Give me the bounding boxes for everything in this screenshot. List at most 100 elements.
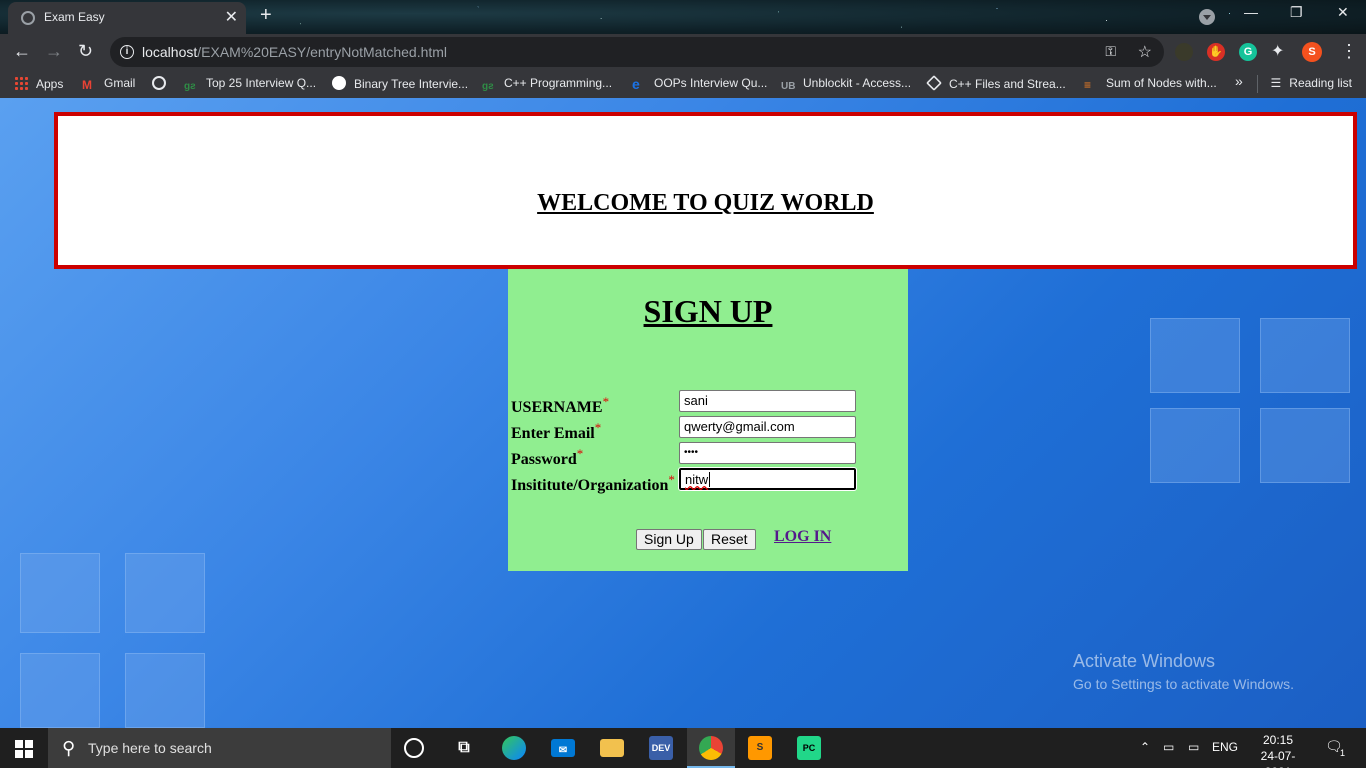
- sublime-icon[interactable]: S: [748, 736, 772, 760]
- tab-search-icon[interactable]: [1199, 9, 1215, 25]
- cortana-icon[interactable]: [404, 738, 424, 758]
- reading-list-button[interactable]: ☰ Reading list: [1271, 76, 1352, 90]
- globe-icon: [21, 11, 35, 25]
- windows-taskbar: ⚲ Type here to search ⧉ ✉ DEV S PC ⌃ ▭ ▭…: [0, 728, 1366, 768]
- browser-toolbar: ← → ↻ i localhost/EXAM%20EASY/entryNotMa…: [0, 34, 1366, 70]
- email-input[interactable]: qwerty@gmail.com: [679, 416, 856, 438]
- wallpaper-pane: [1150, 318, 1240, 393]
- bookmarks-overflow-button[interactable]: »: [1235, 73, 1243, 89]
- bookmark-gmail[interactable]: M Gmail: [82, 76, 135, 92]
- bookmark-top25[interactable]: gƨ Top 25 Interview Q...: [184, 76, 316, 95]
- pycharm-icon[interactable]: PC: [797, 736, 821, 760]
- required-mark: *: [668, 472, 675, 487]
- bookmark-apps[interactable]: Apps: [14, 76, 63, 91]
- language-indicator[interactable]: ENG: [1212, 740, 1238, 754]
- close-tab-icon[interactable]: ✕: [225, 7, 238, 27]
- e-icon: e: [632, 76, 640, 92]
- notification-count: 1: [1340, 748, 1346, 758]
- bookmark-unblockit[interactable]: UB Unblockit - Access...: [781, 76, 911, 95]
- activate-windows-watermark: Activate Windows Go to Settings to activ…: [1073, 651, 1294, 692]
- search-placeholder: Type here to search: [88, 740, 212, 756]
- adblock-extension-icon[interactable]: ✋: [1207, 43, 1225, 61]
- login-link[interactable]: LOG IN: [774, 528, 831, 546]
- page-title: WELCOME TO QUIZ WORLD: [537, 190, 874, 216]
- devcpp-icon[interactable]: DEV: [649, 736, 673, 760]
- key-icon[interactable]: ⚿: [1105, 43, 1116, 60]
- bookmark-oops[interactable]: e OOPs Interview Qu...: [632, 76, 767, 92]
- reading-list-icon: ☰: [1270, 76, 1282, 90]
- bookmark-globe[interactable]: [152, 76, 174, 91]
- forward-icon[interactable]: →: [45, 41, 63, 62]
- wallpaper-pane: [125, 553, 205, 633]
- globe-icon: [152, 76, 166, 90]
- ub-icon: UB: [781, 81, 796, 92]
- bookmarks-divider: [1257, 75, 1258, 93]
- username-label: USERNAME*: [511, 394, 610, 416]
- password-row: Password* ••••: [511, 442, 906, 468]
- wallpaper-pane: [1150, 408, 1240, 483]
- wallpaper-pane: [1260, 408, 1350, 483]
- new-tab-button[interactable]: +: [260, 4, 272, 27]
- email-label: Enter Email*: [511, 420, 602, 442]
- file-explorer-icon[interactable]: [600, 739, 624, 757]
- clock-date: 24-07-2021: [1260, 749, 1296, 768]
- back-icon[interactable]: ←: [13, 41, 31, 62]
- watermark-subtitle: Go to Settings to activate Windows.: [1073, 676, 1294, 692]
- minimize-button[interactable]: —: [1244, 4, 1258, 20]
- bookmark-sum-of-nodes[interactable]: ≡ Sum of Nodes with...: [1084, 76, 1217, 92]
- reload-icon[interactable]: ↻: [78, 41, 93, 62]
- signup-form: SIGN UP USERNAME* sani Enter Email* qwer…: [508, 269, 908, 571]
- browser-titlebar: Exam Easy ✕ + — ❐ ✕: [0, 0, 1366, 34]
- tab-title: Exam Easy: [44, 10, 105, 24]
- gmail-icon: M: [82, 78, 92, 92]
- network-icon[interactable]: ▭: [1163, 740, 1174, 754]
- page-viewport: WELCOME TO QUIZ WORLD SIGN UP USERNAME* …: [0, 98, 1366, 728]
- bookmark-binary-tree[interactable]: Binary Tree Intervie...: [332, 76, 468, 91]
- lightbulb-extension-icon[interactable]: [1175, 43, 1193, 61]
- url-text[interactable]: localhost/EXAM%20EASY/entryNotMatched.ht…: [142, 44, 447, 60]
- wallpaper-pane: [20, 653, 100, 728]
- gfg-icon: gƨ: [184, 81, 196, 92]
- close-window-button[interactable]: ✕: [1337, 4, 1349, 21]
- bookmark-cpp-programming[interactable]: gƨ C++ Programming...: [482, 76, 612, 95]
- signup-button[interactable]: Sign Up: [636, 529, 702, 550]
- battery-icon[interactable]: ▭: [1188, 740, 1199, 754]
- menu-kebab-icon[interactable]: ⋮: [1340, 41, 1358, 62]
- password-input[interactable]: ••••: [679, 442, 856, 464]
- required-mark: *: [602, 394, 610, 409]
- chrome-icon[interactable]: [699, 736, 723, 760]
- gfg-icon: gƨ: [482, 81, 494, 92]
- extensions-puzzle-icon[interactable]: ✦: [1271, 41, 1284, 61]
- apps-grid-icon: [14, 76, 28, 90]
- profile-avatar[interactable]: S: [1302, 42, 1322, 62]
- bookmark-cpp-files[interactable]: C++ Files and Strea...: [926, 75, 1066, 91]
- required-mark: *: [576, 446, 584, 461]
- site-info-icon[interactable]: i: [120, 45, 134, 59]
- taskbar-clock[interactable]: 20:15 24-07-2021: [1250, 732, 1306, 768]
- mail-icon[interactable]: ✉: [551, 739, 575, 757]
- bookmarks-bar: Apps M Gmail gƨ Top 25 Interview Q... Bina…: [0, 70, 1366, 98]
- browser-tab[interactable]: Exam Easy ✕: [8, 2, 246, 34]
- diamond-icon: [926, 75, 942, 91]
- signup-heading: SIGN UP: [643, 293, 773, 329]
- organization-row: Insititute/Organization* nitw: [511, 467, 906, 494]
- welcome-header: WELCOME TO QUIZ WORLD: [54, 112, 1357, 269]
- medium-icon: [332, 76, 346, 90]
- username-row: USERNAME* sani: [511, 390, 906, 416]
- windows-start-icon[interactable]: [15, 740, 33, 758]
- restore-button[interactable]: ❐: [1290, 4, 1303, 21]
- reset-button[interactable]: Reset: [703, 529, 756, 550]
- organization-label: Insititute/Organization*: [511, 472, 675, 494]
- wallpaper-pane: [125, 653, 205, 728]
- stackoverflow-icon: ≡: [1084, 78, 1092, 92]
- bookmark-star-icon[interactable]: ☆: [1138, 42, 1152, 62]
- organization-input[interactable]: nitw: [678, 467, 857, 491]
- grammarly-extension-icon[interactable]: G: [1239, 43, 1257, 61]
- tray-overflow-icon[interactable]: ⌃: [1140, 740, 1150, 754]
- email-row: Enter Email* qwerty@gmail.com: [511, 416, 906, 442]
- edge-icon[interactable]: [502, 736, 526, 760]
- task-view-icon[interactable]: ⧉: [452, 736, 476, 760]
- username-input[interactable]: sani: [679, 390, 856, 412]
- address-bar[interactable]: i localhost/EXAM%20EASY/entryNotMatched.…: [110, 37, 1164, 67]
- taskbar-search[interactable]: ⚲ Type here to search: [48, 728, 391, 768]
